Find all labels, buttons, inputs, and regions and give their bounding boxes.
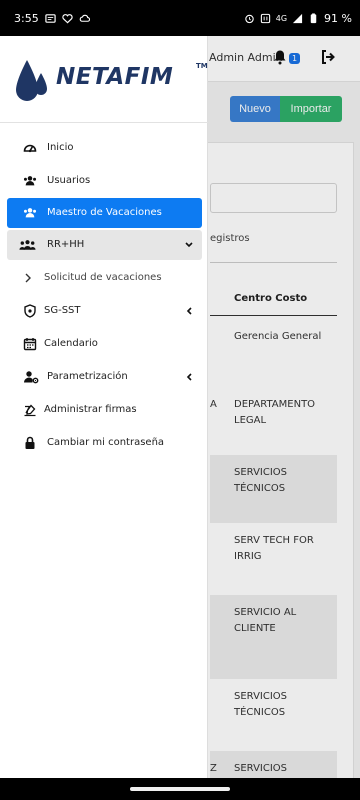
table-cell: Gerencia General [234, 331, 322, 342]
importar-button[interactable]: Importar [280, 96, 342, 122]
cell-fragment: A [210, 399, 217, 410]
home-gesture-bar[interactable] [130, 787, 230, 791]
netafim-logo: NETAFIM TM [14, 50, 208, 108]
users-group-icon [23, 208, 37, 218]
menu-item-administrar-firmas[interactable]: Administrar firmas [7, 395, 202, 425]
menu-item-solicitud-vacaciones[interactable]: Solicitud de vacaciones [7, 263, 202, 293]
shield-icon [24, 304, 36, 318]
table-row[interactable]: SERVICIOS TÉCNICOS [210, 455, 337, 523]
status-bar: 3:55 4G 91 % [0, 0, 360, 36]
table-row[interactable]: Gerencia General [210, 319, 337, 387]
menu-item-parametrizacion[interactable]: Parametrización [7, 362, 202, 392]
menu-label: RR+HH [47, 239, 85, 250]
menu-label: Maestro de Vacaciones [47, 207, 162, 218]
notification-badge: 1 [289, 53, 301, 64]
logout-icon[interactable] [320, 49, 336, 65]
menu-item-sg-sst[interactable]: SG-SST [7, 296, 202, 326]
user-name[interactable]: Admin Admin [209, 51, 283, 64]
table-row[interactable]: Z SERVICIOS [210, 751, 337, 778]
cloud-icon [79, 14, 90, 22]
alarm-icon [245, 14, 254, 23]
menu-label: Cambiar mi contraseña [47, 437, 165, 448]
menu-item-usuarios[interactable]: Usuarios [7, 166, 202, 196]
column-header-centro-costo[interactable]: Centro Costo [234, 293, 307, 304]
dashboard-icon [23, 144, 37, 153]
user-cog-icon [24, 371, 39, 384]
menu-item-calendario[interactable]: Calendario [7, 329, 202, 359]
table-cell: SERVICIO AL CLIENTE [234, 607, 297, 634]
menu-item-cambiar-contrasena[interactable]: Cambiar mi contraseña [7, 428, 202, 458]
heart-icon [62, 13, 73, 23]
bell-icon[interactable] [273, 49, 287, 65]
table-row[interactable]: SERV TECH FOR IRRIG [210, 523, 337, 595]
drawer-divider [0, 122, 208, 123]
menu-item-maestro-vacaciones[interactable]: Maestro de Vacaciones [7, 198, 202, 228]
calendar-icon [23, 338, 37, 351]
registros-label: egistros [210, 233, 250, 244]
system-nav-bar [0, 778, 360, 800]
lock-icon [25, 436, 35, 449]
menu-label: SG-SST [44, 305, 81, 316]
table-row[interactable]: SERVICIO AL CLIENTE [210, 595, 337, 679]
battery-level: 91 % [324, 11, 352, 25]
table-cell: SERVICIOS TÉCNICOS [234, 691, 288, 718]
notification-icon [45, 13, 56, 23]
menu-label: Inicio [47, 142, 74, 153]
menu-item-inicio[interactable]: Inicio [7, 133, 202, 163]
cell-fragment: Z [210, 763, 217, 774]
header-line [210, 315, 337, 316]
menu-item-rrhh[interactable]: RR+HH [7, 230, 202, 260]
people-icon [19, 240, 36, 250]
table-cell: SERVICIOS [234, 763, 288, 774]
navigation-drawer: NETAFIM TM Inicio Usuarios Maestro de Va… [0, 36, 208, 778]
search-input[interactable] [210, 183, 337, 213]
nuevo-button[interactable]: Nuevo [230, 96, 280, 122]
chevron-left-icon [186, 373, 192, 381]
table-cell: SERVICIOS TÉCNICOS [234, 467, 288, 494]
battery-icon [310, 12, 317, 23]
chevron-left-icon [186, 307, 192, 315]
trademark: TM [196, 62, 208, 70]
table-cell: SERV TECH FOR IRRIG [234, 535, 314, 562]
nfc-icon [260, 13, 270, 23]
menu-label: Solicitud de vacaciones [44, 272, 162, 283]
menu-label: Parametrización [47, 371, 128, 382]
small-drop-icon [35, 73, 47, 95]
table-cell: DEPARTAMENTO LEGAL [234, 399, 316, 426]
brand-name: NETAFIM [56, 64, 174, 90]
chevron-right-icon [25, 273, 31, 283]
menu-label: Administrar firmas [44, 404, 137, 415]
menu-label: Calendario [44, 338, 98, 349]
signal-icon [292, 13, 303, 23]
divider [210, 262, 337, 263]
status-time: 3:55 [14, 11, 39, 25]
table-row[interactable]: A DEPARTAMENTO LEGAL [210, 387, 337, 455]
chevron-down-icon [185, 242, 193, 248]
table-row[interactable]: SERVICIOS TÉCNICOS [210, 679, 337, 751]
menu-label: Usuarios [47, 175, 91, 186]
signature-icon [24, 404, 36, 417]
users-icon [23, 176, 37, 186]
network-type: 4G [275, 13, 288, 23]
